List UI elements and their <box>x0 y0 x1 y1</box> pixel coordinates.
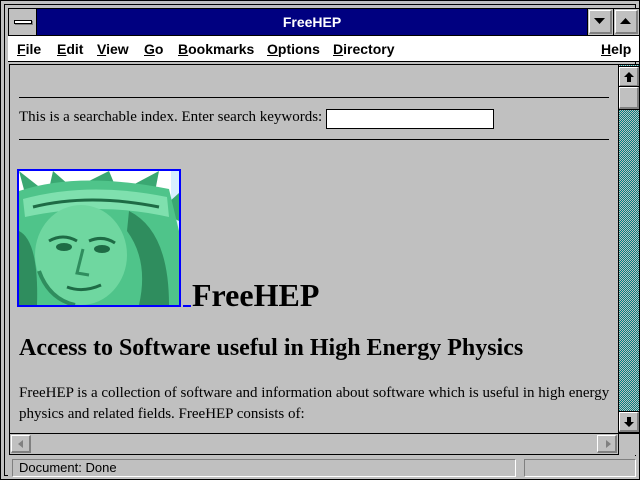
page-subheading: Access to Software useful in High Energy… <box>19 335 524 361</box>
status-text: Document: Done <box>12 459 516 477</box>
intro-paragraph: FreeHEP is a collection of software and … <box>19 385 610 422</box>
minimize-icon <box>594 18 605 24</box>
scrollbar-corner <box>619 434 640 455</box>
search-label: This is a searchable index. Enter search… <box>19 109 323 125</box>
status-bar: Document: Done <box>8 456 640 480</box>
search-keywords-input[interactable] <box>326 109 494 129</box>
horizontal-rule <box>19 139 609 140</box>
minimize-button[interactable] <box>587 9 613 35</box>
image-link-underline[interactable] <box>183 305 191 307</box>
title-bar[interactable]: FreeHEP <box>8 8 640 36</box>
vertical-scrollbar[interactable] <box>618 64 640 434</box>
menu-file[interactable]: File <box>17 40 41 58</box>
statue-of-liberty-image-link[interactable] <box>17 169 181 307</box>
scroll-down-button[interactable] <box>618 411 640 433</box>
arrow-left-icon <box>18 440 23 448</box>
window-title: FreeHEP <box>282 14 342 30</box>
arrow-down-icon <box>624 417 634 427</box>
menu-view[interactable]: View <box>97 40 129 58</box>
menu-options[interactable]: Options <box>267 40 320 58</box>
maximize-button[interactable] <box>613 9 639 35</box>
arrow-right-icon <box>606 440 611 448</box>
maximize-icon <box>620 18 631 24</box>
scroll-left-button[interactable] <box>11 435 31 453</box>
scroll-up-button[interactable] <box>618 66 640 88</box>
document-view: This is a searchable index. Enter search… <box>9 64 619 434</box>
menu-go[interactable]: Go <box>144 40 163 58</box>
page-heading: FreeHEP <box>192 277 320 313</box>
progress-indicator <box>524 459 636 477</box>
menu-bar: File Edit View Go Bookmarks Options Dire… <box>8 36 640 62</box>
arrow-up-icon <box>624 72 634 82</box>
system-menu-icon <box>14 20 32 24</box>
scroll-right-button[interactable] <box>597 435 617 453</box>
menu-bookmarks[interactable]: Bookmarks <box>178 40 254 58</box>
vertical-scroll-thumb[interactable] <box>618 86 640 110</box>
system-menu-button[interactable] <box>9 9 37 35</box>
menu-directory[interactable]: Directory <box>333 40 394 58</box>
horizontal-rule <box>19 97 609 98</box>
menu-help[interactable]: Help <box>601 40 631 58</box>
browser-window: FreeHEP File Edit View Go Bookmarks Opti… <box>0 0 640 480</box>
horizontal-scrollbar[interactable] <box>9 434 619 455</box>
statue-of-liberty-image <box>19 171 179 305</box>
menu-edit[interactable]: Edit <box>57 40 83 58</box>
